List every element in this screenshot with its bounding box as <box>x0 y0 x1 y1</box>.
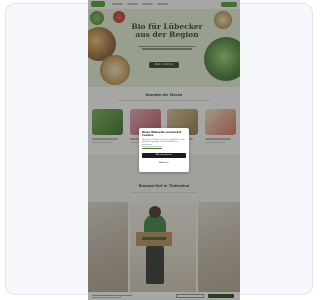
modal-title: Diese Webseite verwendet Cookies <box>142 131 182 138</box>
decline-button[interactable]: Ablehnen <box>142 161 186 165</box>
privacy-link[interactable]: Datenschutzerklärung <box>142 146 186 148</box>
website-screenshot: Bio für Lübecker aus der Region Mehr erf… <box>88 0 240 300</box>
cookie-modal: Diese Webseite verwendet Cookies Wir nut… <box>139 128 189 172</box>
accept-all-button[interactable]: Alle akzeptieren <box>142 152 186 158</box>
